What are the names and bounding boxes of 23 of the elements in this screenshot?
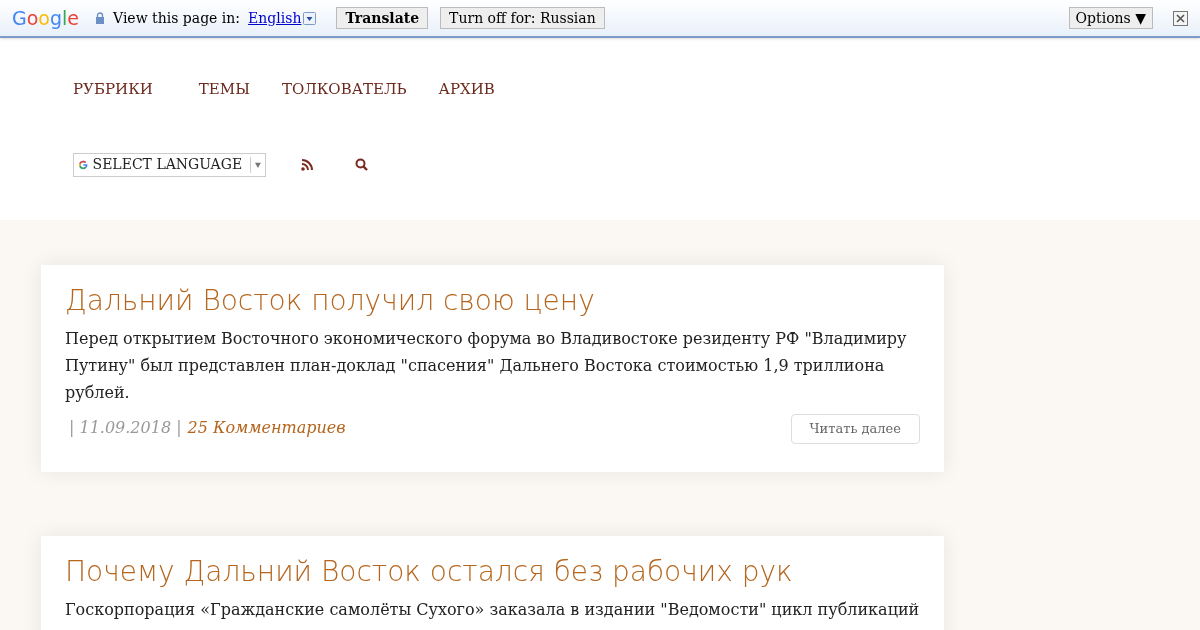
dropdown-icon[interactable] [303,11,317,25]
google-logo: Google [12,8,80,28]
nav-link[interactable]: АРХИВ [438,78,495,101]
close-icon[interactable] [1173,10,1188,26]
nav-link[interactable]: ТОЛКОВАТЕЛЬ [281,78,407,101]
comments-link[interactable]: 25 Комментариев [187,416,346,440]
nav-link[interactable]: РУБРИКИ [73,78,153,101]
language-link[interactable]: English [248,7,302,29]
read-more-button[interactable]: Читать далее [790,414,920,444]
translate-button[interactable]: Translate [336,7,429,29]
translate-prompt: View this page in: [113,8,241,28]
post-excerpt: Госкорпорация «Гражданские самолёты Сухого» заказала в издании "Ведомости" цикл публикаций [65,599,920,621]
post-title[interactable]: Дальний Восток получил свою цену [65,281,920,321]
nav-link[interactable]: ТЕМЫ [198,78,250,101]
post-excerpt: Перед открытием Восточного экономического форума во Владивостоке резиденту РФ "Владимиру Путину" был представлен план-доклад "спасения" Дальнего Востока стоимостью 1,9 триллиона рублей. [65,328,908,404]
search-icon[interactable] [355,158,368,171]
post-title[interactable]: Почему Дальний Восток остался без рабочих рук [65,552,920,592]
turn-off-button[interactable]: Turn off for: Russian [440,7,605,29]
post-date: | 11.09.2018 | [69,417,182,439]
lock-icon [95,12,106,24]
options-button[interactable]: Options ▼ [1068,7,1153,29]
rss-icon[interactable] [301,158,313,171]
language-select[interactable]: SELECT LANGUAGE [73,152,266,177]
